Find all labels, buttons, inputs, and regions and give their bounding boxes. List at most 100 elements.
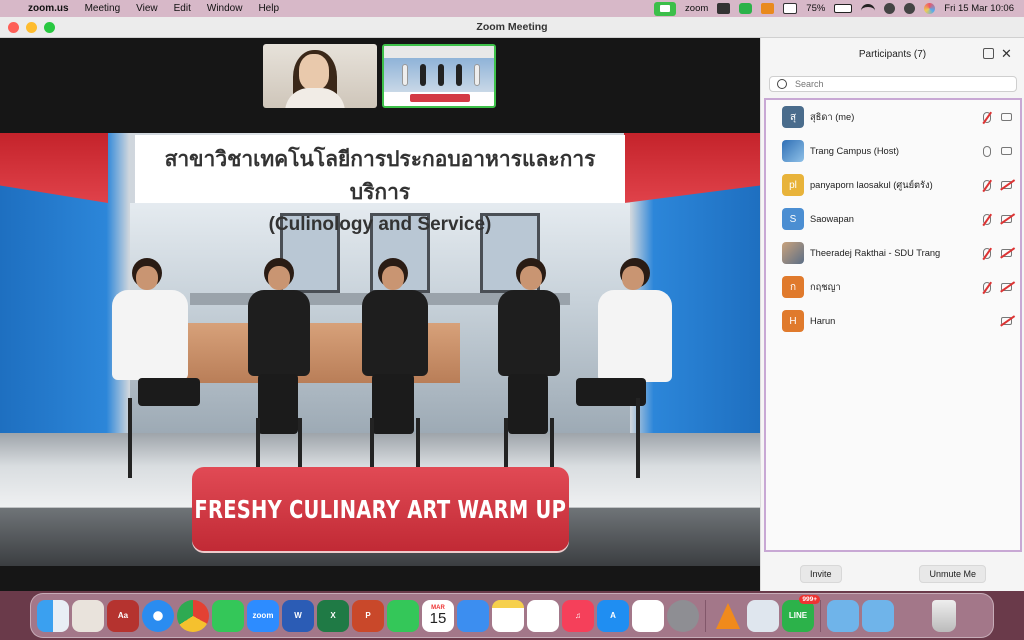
powerpoint-icon[interactable]: P (352, 599, 384, 632)
messages-icon[interactable] (212, 599, 244, 632)
participants-footer: Invite Unmute Me (761, 565, 1024, 583)
system-settings-icon[interactable] (667, 599, 699, 632)
menu-help[interactable]: Help (258, 3, 279, 14)
close-window-button[interactable] (8, 21, 19, 33)
participants-header: Participants (7) ✕ (761, 38, 1024, 70)
mic-muted-icon[interactable] (983, 111, 991, 123)
participant-row[interactable]: Theeradej Rakthai - SDU Trang (766, 236, 1020, 270)
avatar: H (782, 310, 804, 332)
app-menu[interactable]: zoom.us (28, 3, 69, 14)
google-drive-icon[interactable] (632, 599, 664, 632)
zoom-window: Zoom Meeting สาขาวิชาเทคโนโลยีการประกอบอ… (0, 17, 1024, 591)
avatar: S (782, 208, 804, 230)
zoom-video-status-icon[interactable] (654, 1, 677, 16)
camera-off-icon[interactable] (1001, 215, 1012, 223)
menu-meeting[interactable]: Meeting (85, 3, 121, 14)
mic-muted-icon[interactable] (983, 179, 991, 191)
participant-row[interactable]: สุ สุธิดา (me) (766, 100, 1020, 134)
participant-row[interactable]: S Saowapan (766, 202, 1020, 236)
camera-on-icon[interactable] (1001, 147, 1012, 155)
menu-edit[interactable]: Edit (174, 3, 191, 14)
camera-off-icon[interactable] (1001, 283, 1012, 291)
applications-folder-icon[interactable] (827, 599, 859, 632)
menu-view[interactable]: View (136, 3, 158, 14)
zoom-menu-extra[interactable]: zoom (685, 3, 708, 14)
participant-name: สุธิดา (me) (810, 111, 855, 122)
vlc-icon[interactable] (712, 600, 744, 632)
host-video-thumbnail[interactable] (382, 44, 496, 108)
calendar-day: 15 (429, 610, 447, 627)
participant-list: สุ สุธิดา (me) Trang Campus (Host) pl pa… (764, 98, 1022, 552)
battery-percent: 75% (806, 3, 826, 14)
siri-icon[interactable] (924, 3, 936, 14)
excel-icon[interactable]: X (317, 599, 349, 632)
input-source-icon[interactable] (783, 3, 798, 14)
camera-off-icon[interactable] (1001, 249, 1012, 257)
stage-title-english: (Culinology and Service) (268, 214, 492, 235)
dictionary-icon[interactable]: Aa (107, 599, 139, 632)
camera-off-icon[interactable] (1001, 317, 1012, 325)
app-store-icon[interactable]: A (597, 599, 629, 632)
camera-icon[interactable] (717, 3, 731, 14)
invite-button[interactable]: Invite (799, 565, 842, 583)
pop-out-icon[interactable] (983, 48, 994, 59)
notes-icon[interactable] (492, 599, 524, 632)
search-input[interactable] (795, 79, 995, 89)
self-video-thumbnail[interactable] (263, 44, 377, 108)
launchpad-icon[interactable] (72, 599, 104, 632)
participant-name: Theeradej Rakthai - SDU Trang (810, 248, 941, 258)
safari-icon[interactable] (142, 599, 174, 632)
zoom-icon[interactable]: zoom (247, 599, 279, 632)
stage-title-board: สาขาวิชาเทคโนโลยีการประกอบอาหารและการบริ… (135, 135, 625, 235)
search-icon (777, 79, 787, 89)
trash-icon[interactable] (932, 599, 956, 632)
wifi-icon[interactable] (861, 3, 876, 14)
mail-icon[interactable] (457, 599, 489, 632)
mic-muted-icon[interactable] (983, 213, 991, 225)
line-icon[interactable] (739, 3, 753, 14)
close-icon[interactable]: ✕ (1001, 47, 1012, 60)
minimize-window-button[interactable] (26, 21, 37, 33)
control-center-icon[interactable] (904, 3, 916, 14)
shared-video-stage: สาขาวิชาเทคโนโลยีการประกอบอาหารและการบริ… (0, 133, 760, 566)
line-icon[interactable]: LINE 999+ (782, 594, 820, 632)
camera-on-icon[interactable] (1001, 113, 1012, 121)
mic-muted-icon[interactable] (983, 281, 991, 293)
menu-window[interactable]: Window (207, 3, 243, 14)
freeform-icon[interactable] (527, 599, 559, 632)
avatar (782, 242, 804, 264)
participant-row[interactable]: H Harun (766, 304, 1020, 338)
participants-panel: Participants (7) ✕ สุ สุธิดา (me) Trang … (760, 38, 1024, 591)
participant-name: Trang Campus (Host) (810, 146, 900, 156)
chrome-icon[interactable] (177, 599, 209, 632)
fullscreen-window-button[interactable] (44, 21, 55, 33)
clock[interactable]: Fri 15 Mar 10:06 (944, 3, 1014, 14)
music-icon[interactable]: ♫ (562, 599, 594, 632)
spotlight-icon[interactable] (884, 3, 896, 14)
avatar: pl (782, 174, 804, 196)
mic-muted-icon[interactable] (983, 247, 991, 259)
line-badge: 999+ (799, 594, 820, 604)
battery-icon[interactable] (834, 4, 853, 13)
participant-name: กฤชญา (810, 281, 841, 292)
finder-icon[interactable] (37, 599, 69, 632)
unmute-me-button[interactable]: Unmute Me (919, 565, 986, 583)
avatar: สุ (782, 106, 804, 128)
participant-row[interactable]: pl panyaporn laosakul (ศูนย์ตรัง) (766, 168, 1020, 202)
vlc-icon[interactable] (761, 3, 775, 14)
dock: Aa zoom W X P MAR 15 ♫ A LINE 999+ (30, 593, 994, 638)
music-minimized-icon[interactable] (897, 600, 929, 632)
preview-icon[interactable] (747, 599, 779, 632)
mic-on-icon[interactable] (983, 145, 991, 157)
participant-row[interactable]: Trang Campus (Host) (766, 134, 1020, 168)
camera-off-icon[interactable] (1001, 181, 1012, 189)
word-icon[interactable]: W (282, 599, 314, 632)
participant-search[interactable] (769, 76, 1017, 92)
downloads-folder-icon[interactable] (862, 599, 894, 632)
video-thumbnails (263, 44, 496, 108)
avatar (782, 140, 804, 162)
calendar-icon[interactable]: MAR 15 (422, 599, 454, 632)
participant-name: Saowapan (810, 214, 854, 224)
participant-row[interactable]: ก กฤชญา (766, 270, 1020, 304)
facetime-icon[interactable] (387, 599, 419, 632)
